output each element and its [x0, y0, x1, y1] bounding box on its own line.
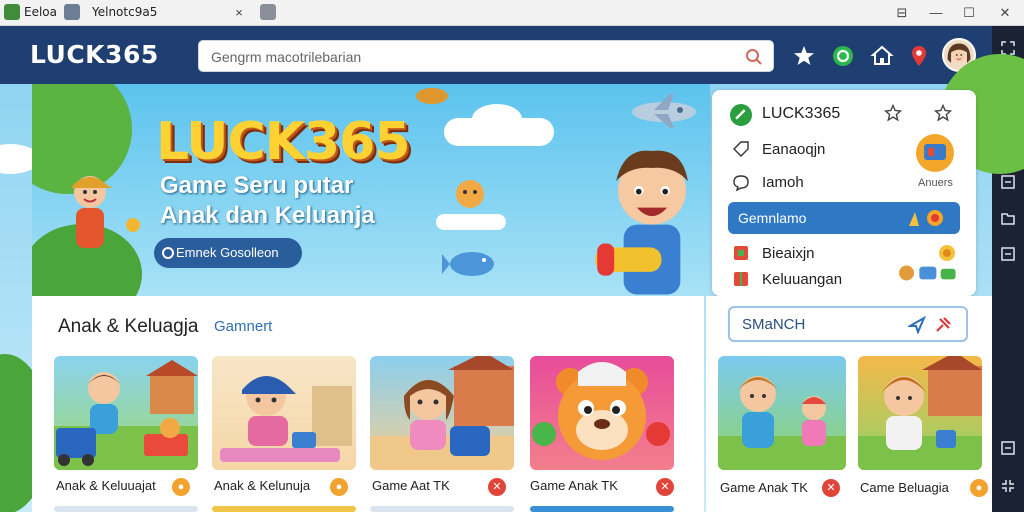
- close-badge-icon[interactable]: ✕: [488, 478, 506, 496]
- logo[interactable]: LUCK365: [30, 40, 159, 69]
- banner-subtitle-line1: Game Seru putar: [160, 172, 354, 199]
- game-section: Anak & Keluagja Gamnert Anak & Keluuajat…: [32, 296, 704, 512]
- cloud-illustration: [436, 214, 506, 230]
- next-row-thumbnail: [370, 506, 514, 512]
- hero-banner: LUCK365 Game Seru putar Anak dan Keluanj…: [32, 84, 710, 296]
- maximize-button[interactable]: ☐: [958, 2, 980, 24]
- right-panel: SMaNCH Game Anak TK ✕ Came Beluagia ●: [706, 296, 992, 512]
- search-input[interactable]: Gengrm macotrilebarian: [198, 40, 774, 72]
- window-menu-button[interactable]: ⊟: [891, 2, 913, 24]
- tab-title[interactable]: Yelnotc9a5: [92, 5, 157, 19]
- new-tab-button[interactable]: [260, 4, 276, 20]
- boy-character-illustration: [72, 176, 114, 248]
- close-tab-icon[interactable]: ×: [228, 2, 250, 24]
- banner-subtitle-line2: Anak dan Keluanja: [160, 202, 375, 229]
- game-card-thumbnail[interactable]: [54, 356, 198, 470]
- kids-playing-illustration: [54, 360, 198, 470]
- bird-illustration: [416, 88, 448, 104]
- logo-badge-icon: [730, 104, 752, 126]
- pin-icon[interactable]: [934, 316, 952, 334]
- chat-bubble-icon: [733, 175, 749, 192]
- trophy-icon: [909, 210, 943, 226]
- airplane-illustration: [632, 94, 696, 128]
- close-window-button[interactable]: ✕: [994, 2, 1016, 24]
- window-titlebar: Eeloa Yelnotc9a5 × ⊟ — ☐ ✕: [0, 0, 1024, 26]
- banner-cta-label: Emnek Gosolleon: [176, 245, 279, 260]
- menu-card-title: LUCK3365: [762, 105, 841, 122]
- search-placeholder: Gengrm macotrilebarian: [211, 49, 362, 65]
- close-badge-icon[interactable]: ✕: [822, 479, 840, 497]
- window-icon[interactable]: [1000, 246, 1016, 262]
- folder-icon[interactable]: [1000, 210, 1016, 226]
- next-row-thumbnail: [54, 506, 198, 512]
- tag-icon: [733, 141, 749, 157]
- minimize-panel-icon[interactable]: [1000, 440, 1016, 456]
- share-icon[interactable]: [908, 316, 926, 334]
- game-card-title[interactable]: Game Anak TK: [530, 478, 618, 493]
- kid-with-blocks-illustration: [858, 356, 982, 470]
- menu-item-active-label: Gemnlamo: [738, 210, 807, 226]
- game-card-thumbnail[interactable]: [718, 356, 846, 470]
- menu-item-2-badge: Anuers: [918, 177, 953, 189]
- star-icon[interactable]: [792, 44, 816, 68]
- app-header: LUCK365 Gengrm macotrilebarian: [0, 26, 992, 84]
- game-card-thumbnail[interactable]: [212, 356, 356, 470]
- menu-item-4[interactable]: Bieaixjn: [762, 245, 815, 262]
- menu-item-2[interactable]: Iamoh: [762, 174, 804, 191]
- game-card-title[interactable]: Game Aat TK: [372, 478, 450, 493]
- sun-illustration: [126, 218, 140, 232]
- toys-icon: [899, 265, 956, 281]
- cube-icon: [734, 246, 748, 260]
- settings-icon[interactable]: [934, 104, 952, 122]
- section-title: Anak & Keluagja: [58, 316, 199, 337]
- game-card-title[interactable]: Anak & Keluuajat: [56, 478, 156, 493]
- next-row-thumbnail: [212, 506, 356, 512]
- banner-cta-button[interactable]: Emnek Gosolleon: [154, 238, 302, 268]
- home-icon[interactable]: [870, 44, 894, 68]
- menu-item-5[interactable]: Keluuangan: [762, 271, 842, 288]
- app-icon: [4, 4, 20, 20]
- game-card-title[interactable]: Game Anak TK: [720, 480, 808, 495]
- menu-item-1[interactable]: Eanaoqjn: [762, 141, 825, 158]
- tab-favicon: [64, 4, 80, 20]
- close-badge-icon[interactable]: ✕: [656, 478, 674, 496]
- coin-icon: [939, 245, 955, 261]
- kid-drawing-illustration: [220, 376, 352, 462]
- game-card-thumbnail[interactable]: [530, 356, 674, 470]
- menu-item-active[interactable]: Gemnlamo: [728, 202, 960, 234]
- app-name: Eeloa: [24, 5, 57, 19]
- coin-badge-icon: ●: [172, 478, 190, 496]
- game-thumbnail-icon: [916, 134, 954, 172]
- refresh-icon: [162, 247, 174, 259]
- search-icon[interactable]: [745, 48, 763, 66]
- fish-illustration: [442, 252, 494, 276]
- next-row-thumbnail: [530, 506, 674, 512]
- gift-icon: [734, 272, 748, 286]
- cloud-illustration: [472, 104, 522, 134]
- coin-badge-icon: ●: [970, 479, 988, 497]
- section-tab[interactable]: Gamnert: [214, 318, 272, 335]
- coin-badge-icon: ●: [330, 478, 348, 496]
- chat-icon[interactable]: [831, 44, 855, 68]
- location-pin-icon[interactable]: [907, 44, 931, 68]
- collapse-icon[interactable]: [1000, 478, 1016, 494]
- menu-card: LUCK3365 Eanaoqjn Iamoh Anuers Gemnlamo …: [712, 90, 976, 296]
- small-character-illustration: [456, 180, 484, 208]
- screenshot-icon[interactable]: [1000, 174, 1016, 190]
- panel-search-label: SMaNCH: [742, 316, 806, 333]
- panel-search-field[interactable]: SMaNCH: [728, 306, 968, 342]
- banner-title: LUCK365: [156, 112, 411, 172]
- game-card-thumbnail[interactable]: [370, 356, 514, 470]
- game-card-title[interactable]: Came Beluagia: [860, 480, 949, 495]
- minimize-button[interactable]: —: [925, 2, 947, 24]
- game-card-thumbnail[interactable]: [858, 356, 982, 470]
- game-card-title[interactable]: Anak & Kelunuja: [214, 478, 310, 493]
- girl-playing-illustration: [370, 356, 514, 470]
- kids-outdoor-illustration: [718, 376, 846, 470]
- bear-character-illustration: [532, 362, 670, 460]
- kid-with-toy-illustration: [595, 150, 688, 295]
- star-outline-icon[interactable]: [884, 104, 902, 122]
